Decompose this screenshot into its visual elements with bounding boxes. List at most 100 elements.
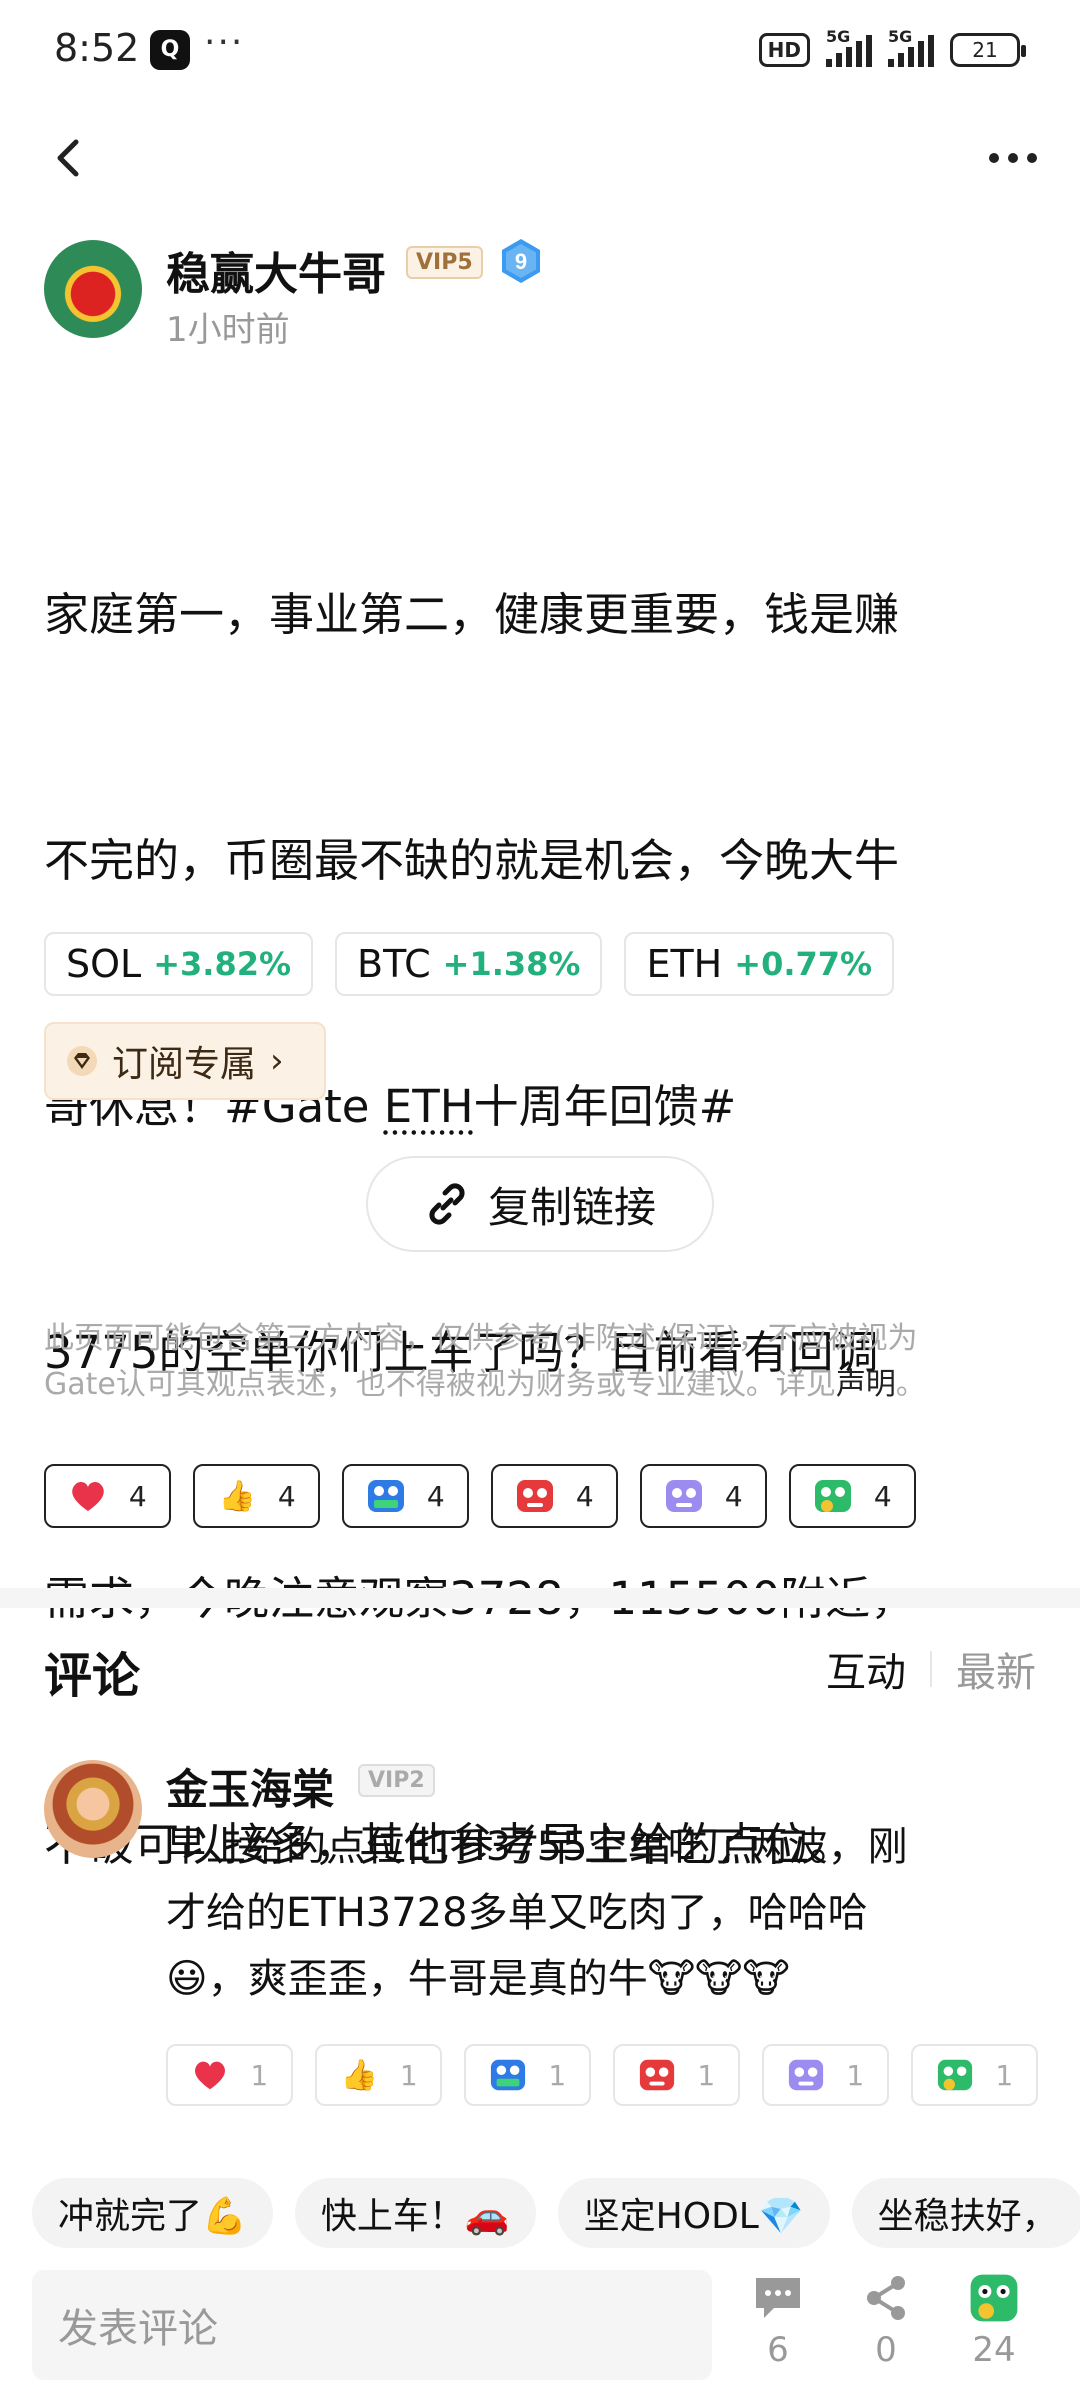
ticker-change: +1.38% [442,945,581,983]
quick-reply-list: 冲就完了💪 快上车！🚗 坚定HODL💎 坐稳扶好， [32,2178,1080,2248]
tab-separator [930,1651,932,1687]
hd-icon: HD [758,33,810,67]
bottom-action-bar: 发表评论 6 0 24 [0,2262,1080,2400]
status-time: 8:52 [54,26,140,70]
share-count: 0 [875,2330,897,2370]
more-dot [989,153,999,163]
author-avatar[interactable] [44,240,142,338]
comment-input[interactable]: 发表评论 [32,2270,712,2380]
vip-badge: VIP2 [358,1764,435,1797]
reaction-count: 4 [575,1479,594,1513]
quick-reply-chip[interactable]: 冲就完了💪 [32,2178,273,2248]
reaction-count: 4 [724,1479,743,1513]
tab-interaction[interactable]: 互动 [826,1640,906,1698]
comment-icon [752,2272,804,2324]
chevron-right-icon: › [270,1041,284,1081]
author-name[interactable]: 稳赢大牛哥 [166,238,386,302]
comment-line: 😃，爽歪歪，牛哥是真的牛🐮🐮🐮 [166,1956,790,2002]
comment-line: 才给的ETH3728多单又吃肉了，哈哈哈 [166,1890,868,1936]
reaction-thumbs-up[interactable]: 👍 4 [193,1464,320,1528]
quick-reply-chip[interactable]: 坚定HODL💎 [557,2178,830,2248]
angry-icon [639,2059,674,2091]
diamond-icon [67,1046,97,1076]
reaction-count: 4 [426,1479,445,1513]
reaction-thinking[interactable]: 4 [789,1464,916,1528]
reaction-heart[interactable]: 1 [166,2044,293,2106]
level-badge-icon: 9 [500,238,542,284]
angry-icon [517,1480,554,1512]
heart-icon [72,1481,105,1511]
post-line: 家庭第一，事业第二，健康更重要，钱是赚 [44,588,900,641]
reaction-thinking[interactable]: 1 [911,2044,1038,2106]
ticker-btc[interactable]: BTC +1.38% [335,932,603,996]
eth-tag-link[interactable]: ETH [384,1080,474,1133]
battery-icon: 21 [950,33,1026,67]
reaction-action-button[interactable]: 24 [954,2272,1034,2370]
tab-latest[interactable]: 最新 [956,1640,1036,1698]
ticker-change: +3.82% [153,945,292,983]
thinking-icon [937,2059,972,2091]
avatar[interactable] [44,1760,142,1858]
disclaimer-line: 此页面可能包含第三方内容，仅供参考(非陈述/保证)，不应被视为 [44,1321,918,1356]
comment-line: 早上给的点位ETH3755空单吃了两波，刚 [166,1824,908,1870]
reaction-count: 1 [846,2058,865,2092]
link-icon [429,1183,465,1225]
reaction-angry[interactable]: 4 [491,1464,618,1528]
post-line-part: 十周年回馈# [473,1080,737,1133]
hodl-icon [368,1480,405,1512]
top-nav [0,120,1080,200]
reaction-count: 4 [873,1479,892,1513]
signal-label: 5G [826,27,851,46]
hodl-icon [490,2059,525,2091]
ticker-sol[interactable]: SOL +3.82% [44,932,314,996]
ticker-symbol: SOL [66,942,142,986]
statement-link[interactable]: 声明 [836,1367,896,1402]
status-more-icon: ··· [204,22,245,63]
app-notification-icon: Q [150,30,190,70]
comments-title: 评论 [44,1648,141,1704]
post-line: 不完的，币圈最不缺的就是机会，今晚大牛 [44,834,900,887]
reaction-count: 1 [250,2058,269,2092]
back-button[interactable] [40,128,100,188]
thinking-icon [815,1480,852,1512]
ticker-eth[interactable]: ETH +0.77% [624,932,895,996]
status-indicators: HD 5G 5G 21 [758,27,1026,70]
signal-icon-2: 5G [888,27,934,67]
ticker-symbol: BTC [357,942,431,986]
signal-label-2: 5G [888,27,913,46]
subscribe-exclusive-button[interactable]: 订阅专属 › [44,1022,326,1100]
reaction-ghost[interactable]: 4 [640,1464,767,1528]
reaction-count: 4 [277,1479,296,1513]
ticker-symbol: ETH [646,942,723,986]
thinking-face-icon [968,2272,1020,2324]
disclaimer-line: Gate认可其观点表述，也不得被视为财务或专业建议。详见声明。 [44,1362,1044,1408]
reaction-count: 1 [697,2058,716,2092]
level-number: 9 [515,249,527,274]
disclaimer-text: Gate认可其观点表述，也不得被视为财务或专业建议。详见 [44,1367,836,1402]
comment-count: 6 [767,2330,789,2370]
reaction-count: 4 [128,1479,147,1513]
more-dot [1027,153,1037,163]
signal-icon: 5G [826,27,872,67]
subscribe-label: 订阅专属 [112,1044,257,1085]
reaction-heart[interactable]: 4 [44,1464,171,1528]
reaction-hodl[interactable]: 1 [464,2044,591,2106]
share-action-button[interactable]: 0 [846,2272,926,2370]
post-time: 1小时前 [166,310,290,350]
reaction-count: 1 [995,2058,1014,2092]
quick-reply-chip[interactable]: 坐稳扶好， [851,2178,1080,2248]
comment-sort-tabs: 互动 最新 [826,1640,1036,1698]
quick-reply-chip[interactable]: 快上车！🚗 [294,2178,536,2248]
reaction-thumbs-up[interactable]: 👍 1 [315,2044,442,2106]
comment-action-button[interactable]: 6 [738,2272,818,2370]
reaction-angry[interactable]: 1 [613,2044,740,2106]
reaction-ghost[interactable]: 1 [762,2044,889,2106]
ghost-icon [666,1480,703,1512]
copy-link-button[interactable]: 复制链接 [366,1156,714,1252]
comment-author-name[interactable]: 金玉海棠 [166,1756,334,1817]
more-options-button[interactable] [978,128,1048,188]
comment-text: 早上给的点位ETH3755空单吃了两波，刚 才给的ETH3728多单又吃肉了，哈… [166,1814,1046,2012]
more-dot [1008,153,1018,163]
reaction-hodl[interactable]: 4 [342,1464,469,1528]
ticker-list: SOL +3.82% BTC +1.38% ETH +0.77% [44,932,895,996]
